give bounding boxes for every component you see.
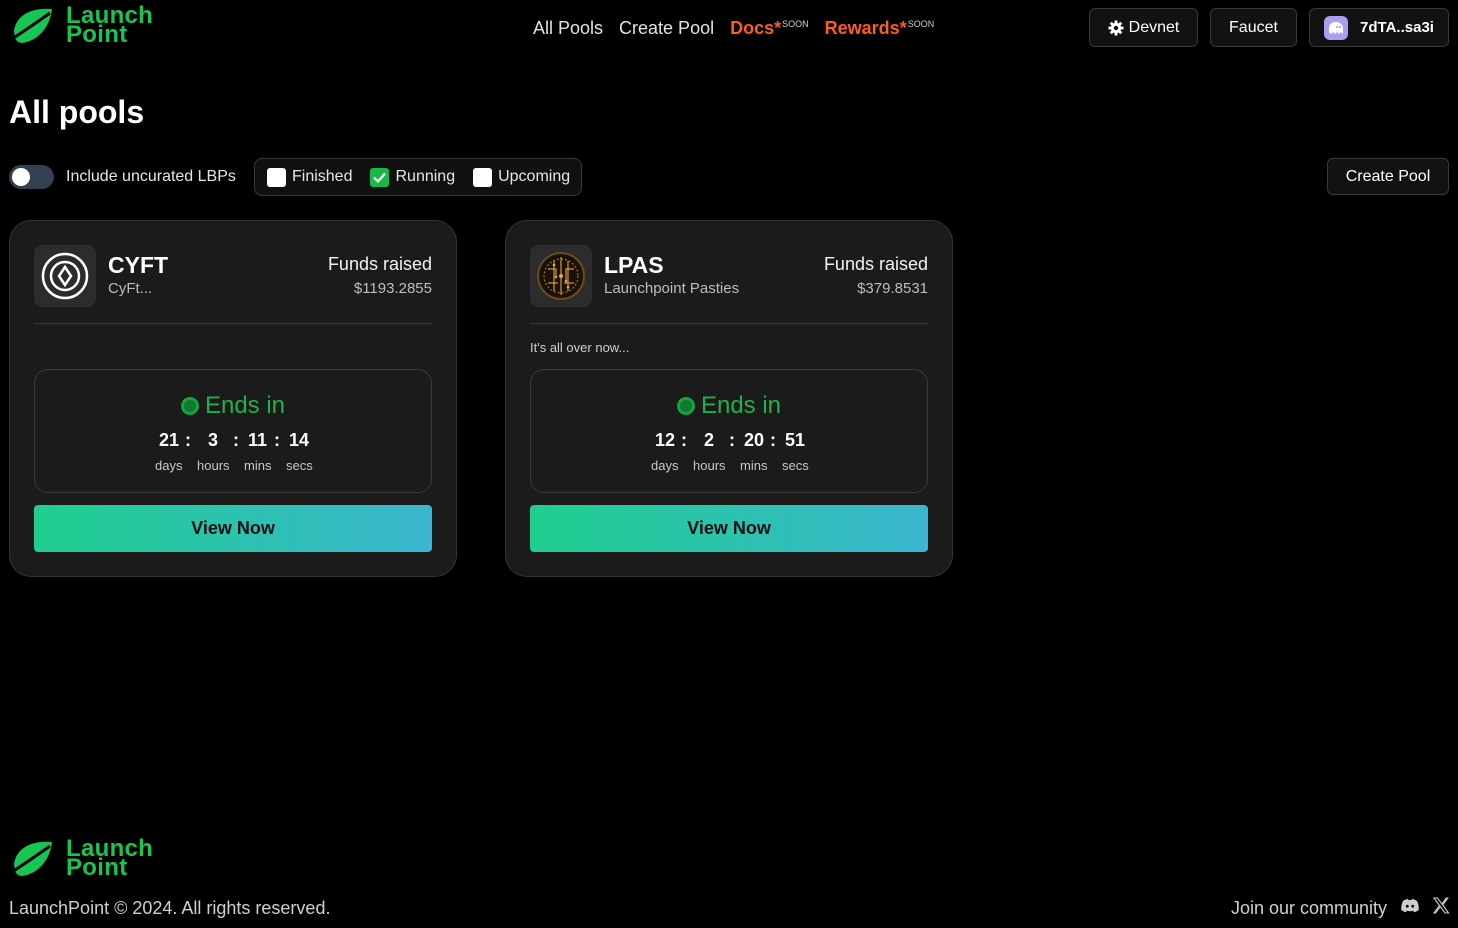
countdown-panel: Ends in 12 : 2 : 20 : 51 days hours mins…	[530, 369, 928, 493]
filter-finished[interactable]: Finished	[267, 167, 352, 187]
pool-symbol: CYFT	[108, 252, 169, 278]
countdown-days: 21	[159, 430, 180, 450]
status-dot-icon	[180, 397, 199, 415]
filter-running[interactable]: Running	[370, 167, 455, 187]
soon-badge: SOON	[907, 19, 935, 29]
checkbox-unchecked[interactable]	[267, 167, 286, 187]
uncurated-toggle-label: Include uncurated LBPs	[66, 168, 236, 185]
checkbox-unchecked[interactable]	[473, 167, 493, 187]
nav-docs[interactable]: Docs * SOON	[730, 18, 809, 39]
wallet-button[interactable]: 7dTA..sa3i	[1309, 8, 1449, 47]
ends-in-label: Ends in	[531, 392, 927, 420]
divider	[34, 323, 432, 324]
nav-all-pools[interactable]: All Pools	[533, 18, 603, 39]
brand-wordmark: Launch Point	[66, 835, 154, 881]
copyright-text: LaunchPoint © 2024. All rights reserved.	[9, 898, 331, 918]
leaf-logo-icon	[11, 8, 52, 44]
page-title: All pools	[9, 94, 145, 130]
devnet-label: Devnet	[1128, 18, 1180, 36]
countdown-days: 12	[655, 430, 676, 450]
countdown: 12 : 2 : 20 : 51 days hours mins secs	[651, 430, 809, 473]
phantom-wallet-icon	[1324, 15, 1349, 40]
countdown-panel: Ends in 21 : 3 : 11 : 14 days hours mins…	[34, 369, 432, 493]
checkmark-icon	[373, 172, 387, 183]
devnet-button[interactable]: Devnet	[1089, 8, 1198, 47]
funds-raised-label: Funds raised	[823, 254, 928, 274]
countdown: 21 : 3 : 11 : 14 days hours mins secs	[155, 430, 313, 473]
discord-icon[interactable]	[1400, 896, 1420, 916]
countdown-mins: 11	[248, 430, 268, 450]
footer-brand-logo[interactable]: Launch Point	[10, 835, 154, 881]
pool-name: CyFt...	[108, 280, 153, 297]
gear-icon	[1108, 20, 1124, 35]
countdown-secs: 14	[289, 430, 310, 450]
view-now-button[interactable]: View Now	[530, 505, 928, 552]
ends-in-label: Ends in	[35, 392, 431, 420]
countdown-mins: 20	[744, 430, 765, 450]
pool-name: Launchpoint Pasties	[604, 280, 740, 297]
status-filter-group: Finished Running Upcoming	[254, 158, 582, 196]
wallet-address: 7dTA..sa3i	[1360, 19, 1434, 36]
brand-logo[interactable]: Launch Point	[10, 2, 154, 48]
cyft-logo-icon	[34, 245, 96, 307]
nav-rewards[interactable]: Rewards * SOON	[825, 18, 935, 39]
funds-raised-label: Funds raised	[327, 254, 432, 274]
create-pool-button[interactable]: Create Pool	[1327, 158, 1449, 195]
faucet-button[interactable]: Faucet	[1210, 8, 1297, 47]
pool-card: CYFT CyFt... Funds raised $1193.2855 End…	[9, 220, 457, 577]
checkbox-checked[interactable]	[370, 167, 390, 187]
lpas-logo-icon	[530, 245, 592, 307]
funds-raised-value: $379.8531	[857, 280, 928, 297]
leaf-logo-icon	[11, 841, 52, 876]
soon-badge: SOON	[782, 19, 809, 29]
countdown-hours: 2	[704, 430, 715, 450]
filter-upcoming[interactable]: Upcoming	[473, 167, 570, 187]
uncurated-toggle[interactable]	[9, 165, 54, 189]
funds-raised-value: $1193.2855	[353, 280, 432, 297]
pool-description: It's all over now...	[530, 340, 630, 355]
status-dot-icon	[676, 397, 695, 415]
divider	[530, 323, 928, 324]
pool-symbol: LPAS	[604, 252, 664, 278]
countdown-secs: 51	[785, 430, 806, 450]
join-community-text: Join our community	[1231, 898, 1388, 918]
nav-create-pool[interactable]: Create Pool	[619, 18, 714, 39]
countdown-hours: 3	[208, 430, 219, 450]
view-now-button[interactable]: View Now	[34, 505, 432, 552]
x-twitter-icon[interactable]	[1431, 896, 1451, 916]
brand-wordmark: Launch Point	[66, 2, 154, 48]
pool-card: LPAS Launchpoint Pasties Funds raised $3…	[505, 220, 953, 577]
uncurated-toggle-row: Include uncurated LBPs	[9, 165, 236, 189]
main-nav: All Pools Create Pool Docs * SOON Rewards *…	[533, 18, 950, 39]
